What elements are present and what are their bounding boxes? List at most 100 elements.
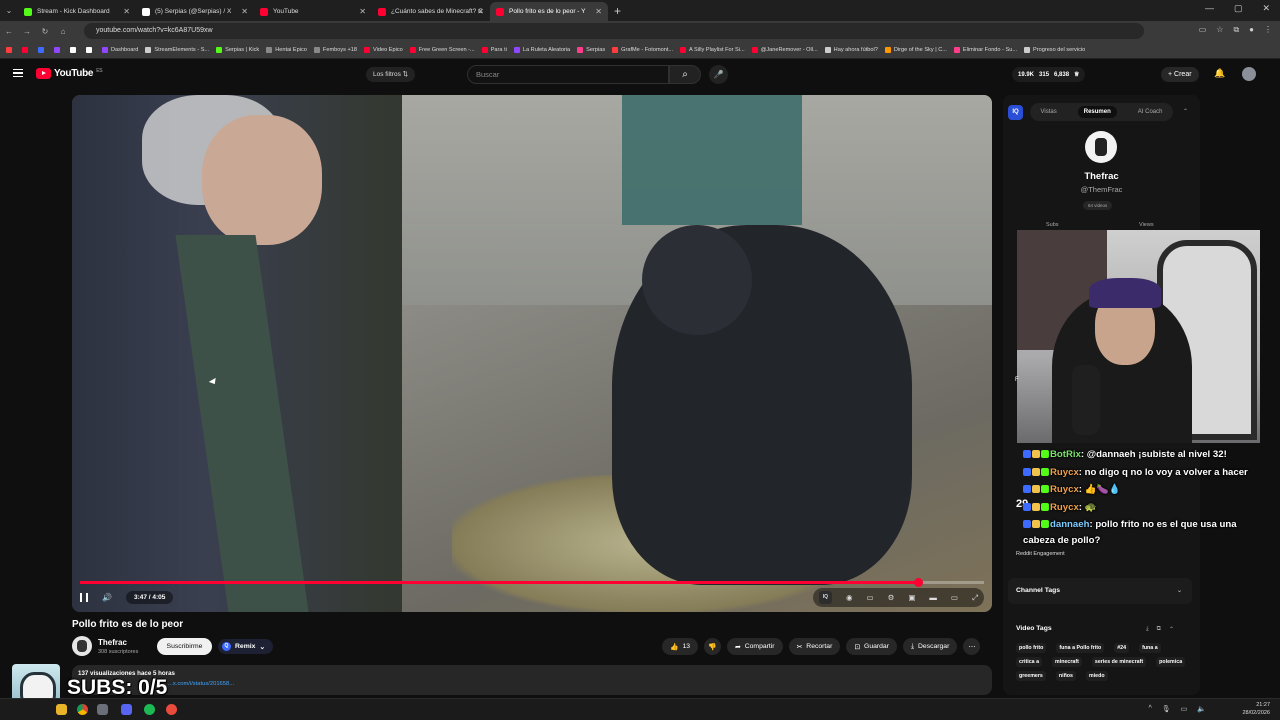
channel-tags-section[interactable]: Channel Tags ⌄ xyxy=(1008,578,1192,604)
bookmark-item[interactable] xyxy=(6,46,15,53)
bookmark-item[interactable]: Femboys +18 xyxy=(313,46,357,53)
bookmark-item[interactable]: Serpias | Kick xyxy=(216,46,259,53)
subscribe-button[interactable]: Suscribirme xyxy=(157,638,212,655)
video-tag[interactable]: funa a xyxy=(1139,643,1161,653)
network-icon[interactable]: ▭ xyxy=(1181,705,1188,713)
video-tag[interactable]: greemers xyxy=(1016,671,1046,681)
notifications-bell-icon[interactable]: 🔔 xyxy=(1214,68,1225,79)
video-player[interactable]: 🔊 3:47 / 4:05 IQ ◉ ▭ ⚙ ▣ ▬ ▭ ⤢ xyxy=(72,95,992,612)
volume-tray-icon[interactable]: 🔈 xyxy=(1197,705,1206,713)
bookmark-item[interactable]: La Ruleta Aleatoria xyxy=(513,46,570,53)
bookmark-item[interactable]: Video Epico xyxy=(363,46,403,53)
sidebar-tab[interactable]: Vistas xyxy=(1041,109,1057,115)
bookmark-item[interactable]: Serpias xyxy=(577,46,605,53)
bookmark-item[interactable] xyxy=(86,46,95,53)
chrome-icon[interactable] xyxy=(77,704,88,715)
video-tag[interactable]: minecraft xyxy=(1052,657,1082,667)
mic-tray-icon[interactable]: 🎙 xyxy=(1162,705,1171,713)
miniplayer-icon[interactable]: ▣ xyxy=(908,593,915,602)
bookmark-item[interactable]: Dirge of the Sky | C... xyxy=(884,46,947,53)
create-button[interactable]: + Crear xyxy=(1161,67,1199,82)
tray-chevron-icon[interactable]: ^ xyxy=(1148,705,1151,713)
new-tab-button[interactable]: + xyxy=(614,4,621,18)
more-actions-button[interactable]: ⋯ xyxy=(963,638,981,655)
chat-username[interactable]: Ruycx xyxy=(1050,484,1079,495)
bookmark-item[interactable] xyxy=(38,46,47,53)
dislike-button[interactable]: 👎 xyxy=(704,638,722,655)
like-button[interactable]: 👍 13 xyxy=(662,638,699,655)
bookmark-item[interactable]: StreamElements - S... xyxy=(145,46,209,53)
bookmark-item[interactable]: A Silly Playlist For Si... xyxy=(680,46,745,53)
iq-extension-icon[interactable]: IQ xyxy=(818,591,832,604)
bookmark-item[interactable]: Hentai Epico xyxy=(266,46,307,53)
theater-mode-icon[interactable]: ▬ xyxy=(929,593,937,602)
reload-button[interactable]: ↻ xyxy=(36,27,54,36)
browser-tab[interactable]: YouTube ✕ xyxy=(254,2,372,21)
chat-username[interactable]: dannaeh xyxy=(1050,519,1089,530)
copy-tags-icon[interactable]: ⧉ xyxy=(1157,626,1161,633)
sidebar-tab[interactable]: Resumen xyxy=(1077,106,1117,118)
tab-close-icon[interactable]: ✕ xyxy=(477,7,484,16)
share-button[interactable]: ➦ Compartir xyxy=(727,638,783,655)
spotify-icon[interactable] xyxy=(144,704,155,715)
video-tag[interactable]: niños xyxy=(1055,671,1076,681)
channel-name[interactable]: Thefrac xyxy=(98,638,127,647)
creator-stats[interactable]: 19.9K 315 6,838 ♕ xyxy=(1012,67,1086,82)
video-tag[interactable]: funa a Pollo frito xyxy=(1056,643,1105,653)
clip-button[interactable]: ✂ Recortar xyxy=(788,638,841,655)
maximize-icon[interactable]: ▢ xyxy=(1234,3,1243,14)
bookmark-item[interactable]: Para ti xyxy=(481,46,507,53)
browser-tab[interactable]: ¿Cuánto sabes de Minecraft? C ✕ xyxy=(372,2,490,21)
remix-button[interactable]: Q Remix ⌄ xyxy=(218,639,274,654)
description-link[interactable]: ...x.com/i/status/201658... xyxy=(168,681,234,687)
discord-icon[interactable] xyxy=(121,704,132,715)
extensions-icon[interactable]: ⧉ xyxy=(1233,25,1239,35)
tab-close-icon[interactable]: ✕ xyxy=(359,7,366,16)
fullscreen-icon[interactable]: ⤢ xyxy=(972,593,978,603)
voice-search-button[interactable]: 🎤 xyxy=(709,65,728,84)
minimize-icon[interactable]: — xyxy=(1205,3,1214,14)
tab-search-button[interactable]: ⌄ xyxy=(0,6,18,15)
video-progress-bar[interactable] xyxy=(80,578,984,587)
collapse-chevron-icon[interactable]: ⌃ xyxy=(1183,108,1188,115)
search-button[interactable]: ⌕ xyxy=(669,65,701,84)
video-tag[interactable]: miedo xyxy=(1085,671,1108,681)
bookmark-item[interactable]: @JaneRemover - Oll... xyxy=(751,46,818,53)
video-tag[interactable]: #24 xyxy=(1114,643,1130,653)
obs-icon[interactable] xyxy=(166,704,177,715)
star-icon[interactable]: ☆ xyxy=(1216,25,1223,35)
download-button[interactable]: ⤓ Descargar xyxy=(902,638,958,655)
app-icon[interactable] xyxy=(97,704,108,715)
bookmark-item[interactable]: Hay ahora fútbol? xyxy=(824,46,878,53)
description-box[interactable] xyxy=(72,665,992,695)
bookmark-item[interactable] xyxy=(70,46,79,53)
address-input[interactable]: youtube.com/watch?v=kc6A87U59xw xyxy=(84,23,1144,39)
home-button[interactable]: ⌂ xyxy=(54,27,72,36)
channel-avatar[interactable] xyxy=(72,636,92,656)
video-tag[interactable]: pollo frito xyxy=(1016,643,1047,653)
bookmark-item[interactable]: Eliminar Fondo - Su... xyxy=(953,46,1017,53)
subtitles-icon[interactable]: ▭ xyxy=(866,593,873,602)
browser-menu-icon[interactable]: ⋮ xyxy=(1264,25,1272,35)
youtube-logo[interactable]: YouTube ES xyxy=(36,68,103,79)
forward-button[interactable]: → xyxy=(18,27,36,36)
browser-tab[interactable]: Pollo frito es de lo peor - Y ✕ xyxy=(490,2,608,21)
download-tags-icon[interactable]: ⤓ xyxy=(1146,626,1149,633)
bookmark-item[interactable] xyxy=(22,46,31,53)
bookmark-item[interactable]: Dashboard xyxy=(102,46,138,53)
bookmark-item[interactable]: Progreso del servicio xyxy=(1024,46,1085,53)
video-tag[interactable]: critica a xyxy=(1016,657,1043,667)
cast-video-icon[interactable]: ▭ xyxy=(951,593,958,602)
bookmark-item[interactable] xyxy=(54,46,63,53)
browser-tab[interactable]: (5) Serpias (@Serpias) / X ✕ xyxy=(136,2,254,21)
clock[interactable]: 21:27 28/02/2026 xyxy=(1242,701,1270,717)
video-tag[interactable]: polemica xyxy=(1156,657,1186,667)
browser-tab[interactable]: Stream - Kick Dashboard ✕ xyxy=(18,2,136,21)
bookmark-item[interactable]: Free Green Screen -... xyxy=(409,46,475,53)
pause-icon[interactable] xyxy=(80,593,88,602)
save-button[interactable]: ⊡ Guardar xyxy=(846,638,897,655)
video-progress-scrubber[interactable] xyxy=(914,578,923,587)
close-window-icon[interactable]: ✕ xyxy=(1262,3,1270,14)
filters-button[interactable]: Los filtros ⇅ xyxy=(366,67,416,82)
user-avatar[interactable] xyxy=(1242,67,1256,81)
